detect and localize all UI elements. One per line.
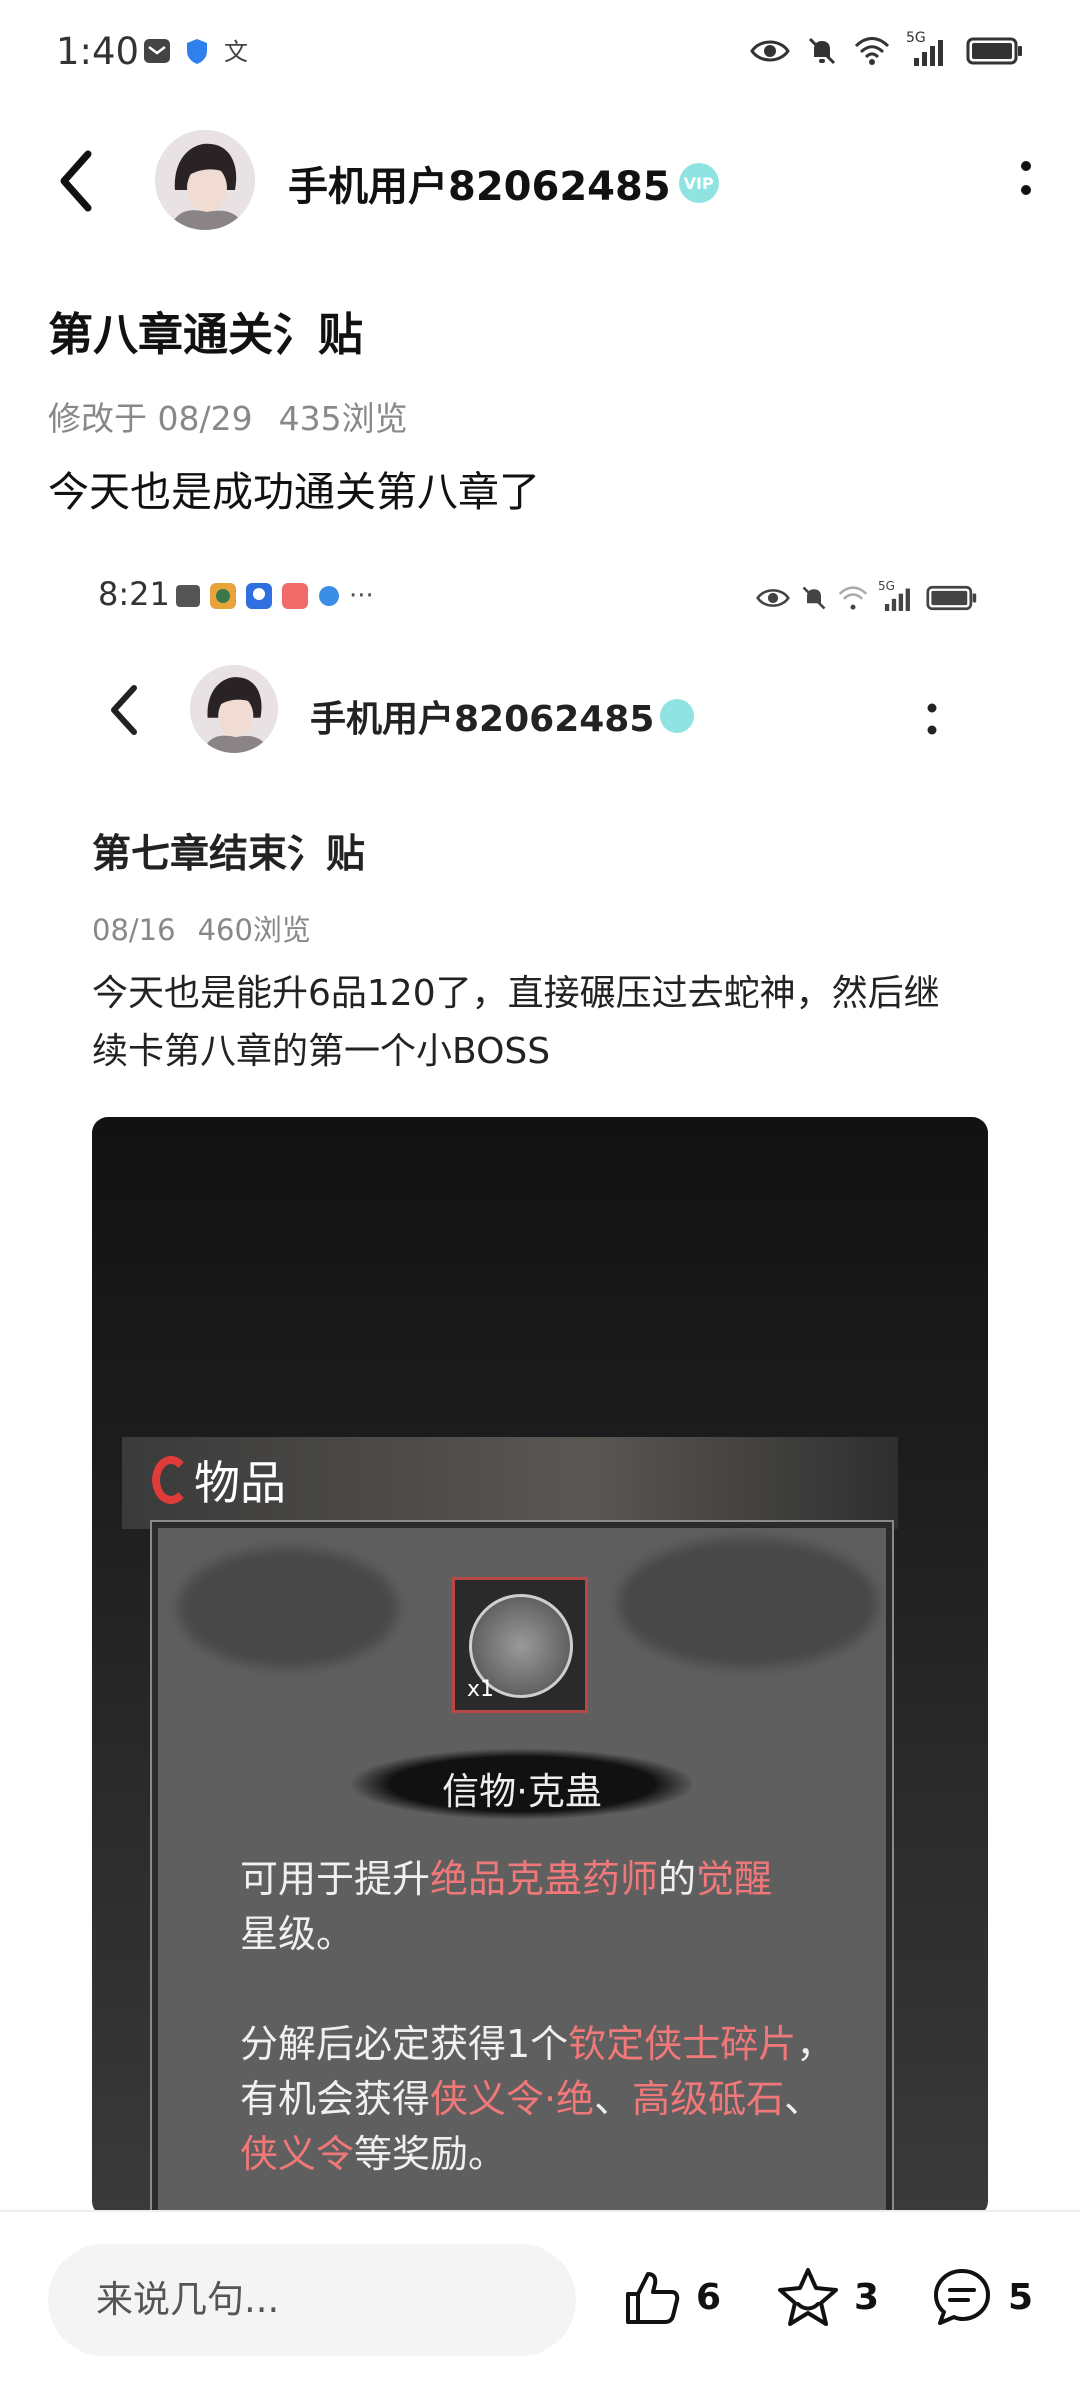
post-meta: 修改于 08/29 435浏览	[48, 392, 408, 440]
eye-icon	[750, 40, 790, 62]
signal-icon: 5G	[878, 579, 916, 613]
desc-highlight: 侠义令·绝	[430, 2077, 595, 2121]
mail-icon	[176, 585, 200, 607]
message-app-icon	[282, 583, 308, 609]
avatar-portrait-icon	[190, 665, 278, 753]
item-name-banner: 信物·克蛊	[352, 1749, 692, 1819]
favorite-count: 3	[854, 2276, 880, 2318]
embedded-notification-icons: ···	[175, 581, 374, 611]
desc-highlight: 觉醒	[696, 1857, 773, 1901]
more-options-icon[interactable]	[1016, 150, 1036, 210]
back-arrow-icon[interactable]	[50, 146, 110, 216]
item-panel-header: 物品	[122, 1437, 898, 1529]
game-screenshot: 物品 x1 信物·克蛊 可用于提升绝品克蛊药师的觉醒星级。 分解后必定获得1个钦…	[92, 1117, 988, 2215]
embedded-author-name-row: 手机用户82062485	[310, 690, 695, 742]
item-icon-frame: x1	[452, 1577, 588, 1713]
desc-text: 、	[594, 2077, 633, 2121]
embedded-author-avatar	[190, 665, 278, 753]
author-username: 手机用户82062485	[288, 164, 671, 210]
comment-count: 5	[1008, 2276, 1034, 2318]
like-count: 6	[696, 2276, 722, 2318]
ink-splash-decoration	[618, 1538, 878, 1668]
avatar-portrait-icon	[155, 130, 255, 230]
item-name: 信物·克蛊	[442, 1770, 602, 1813]
network-type: 5G	[906, 30, 926, 46]
embedded-system-icons: 5G	[756, 579, 978, 613]
embedded-view-count: 460浏览	[197, 913, 311, 947]
post-header: 手机用户82062485 VIP	[0, 110, 1080, 250]
embedded-post-meta: 08/16 460浏览	[92, 907, 311, 949]
item-description-decompose: 分解后必定获得1个钦定侠士碎片，有机会获得侠义令·绝、高级砥石、侠义令等奖励。	[240, 2017, 840, 2182]
eye-icon	[756, 589, 790, 607]
desc-highlight: 侠义令	[240, 2132, 355, 2176]
author-avatar[interactable]	[155, 130, 255, 230]
svg-text:文: 文	[224, 38, 248, 66]
favorite-button[interactable]: 3	[776, 2266, 879, 2328]
item-description-use: 可用于提升绝品克蛊药师的觉醒星级。	[240, 1852, 840, 1962]
wifi-icon	[854, 37, 890, 65]
wifi-icon	[838, 586, 868, 610]
battery-icon	[966, 37, 1022, 65]
embedded-more-options-icon	[927, 703, 937, 735]
vip-badge: VIP	[678, 163, 719, 203]
desc-text: 可用于提升	[240, 1857, 431, 1901]
item-panel-title: 物品	[194, 1456, 286, 1510]
embedded-more-notifications: ···	[349, 581, 374, 611]
desc-text: 等奖励。	[354, 2132, 507, 2176]
embedded-author-username: 手机用户82062485	[310, 699, 655, 740]
status-time: 1:40	[56, 30, 140, 73]
mail-icon	[144, 39, 170, 63]
thumbs-up-icon	[626, 2272, 680, 2324]
battery-charging-icon	[926, 585, 977, 611]
desc-text: 、	[784, 2077, 823, 2121]
desc-text: 的	[658, 1857, 697, 1901]
mute-bell-icon	[802, 586, 826, 610]
comment-bubble-icon	[934, 2269, 990, 2325]
post-image[interactable]: 8:21 ··· 5G 手机用户82062485 第七章结束氵贴 08/16 4…	[60, 545, 1020, 2215]
translate-icon: 文	[224, 38, 248, 66]
post-title: 第八章通关氵贴	[48, 308, 364, 361]
embedded-back-arrow-icon	[111, 685, 137, 735]
status-notification-icons: 文	[142, 36, 254, 66]
desc-highlight: 绝品克蛊药师	[430, 1857, 659, 1901]
embedded-status-time: 8:21	[98, 575, 170, 613]
desc-highlight: 钦定侠士碎片	[568, 2022, 797, 2066]
post-modified-date: 修改于 08/29	[48, 399, 253, 438]
shield-icon	[187, 39, 207, 64]
post-body: 今天也是成功通关第八章了	[48, 468, 540, 516]
embedded-network-type: 5G	[878, 579, 895, 593]
embedded-post-date: 08/16	[92, 913, 176, 947]
status-system-icons: 5G	[750, 30, 1024, 68]
crescent-icon	[152, 1456, 190, 1504]
desc-highlight: 高级砥石	[632, 2077, 785, 2121]
comment-input[interactable]: 来说几句...	[48, 2244, 576, 2356]
like-button[interactable]: 6	[620, 2266, 721, 2328]
game-app-icon	[210, 583, 236, 609]
author-name-row[interactable]: 手机用户82062485 VIP	[288, 154, 719, 212]
status-bar: 1:40 文 5G	[0, 0, 1080, 105]
bottom-action-bar: 来说几句... 6 3 5	[0, 2210, 1080, 2388]
embedded-vip-badge-icon	[660, 699, 695, 733]
bulb-app-icon	[246, 583, 272, 609]
desc-text: 星级。	[240, 1912, 355, 1956]
embedded-post-body: 今天也是能升6品120了，直接碾压过去蛇神，然后继续卡第八章的第一个小BOSS	[92, 973, 940, 1072]
signal-icon: 5G	[906, 30, 950, 68]
item-panel-title-row: 物品	[152, 1447, 286, 1513]
mute-bell-icon	[808, 37, 836, 65]
embedded-post-title: 第七章结束氵贴	[92, 832, 366, 877]
desc-text: 分解后必定获得1个	[240, 2022, 569, 2066]
post-view-count: 435浏览	[278, 399, 408, 438]
globe-app-icon	[319, 586, 339, 606]
ink-splash-decoration	[178, 1548, 398, 1668]
item-count: x1	[467, 1677, 495, 1702]
star-icon	[778, 2268, 838, 2326]
comment-button[interactable]: 5	[930, 2266, 1033, 2328]
